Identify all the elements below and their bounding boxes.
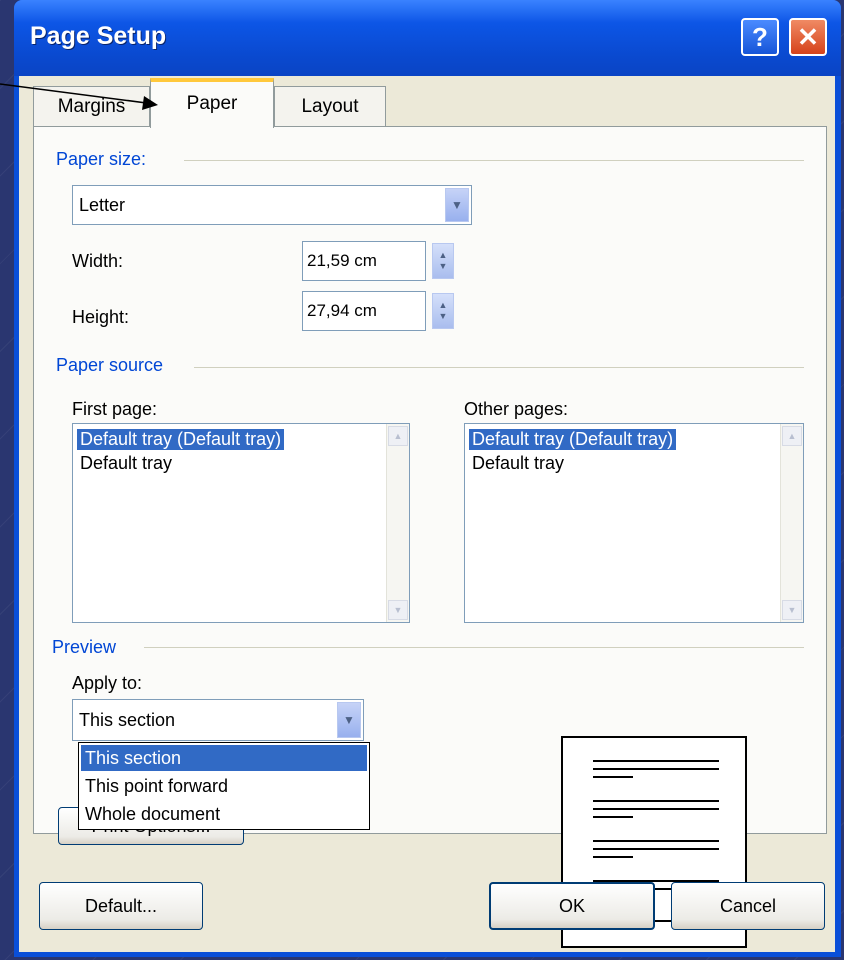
scroll-up-icon[interactable]: ▲ — [782, 426, 802, 446]
width-field[interactable]: 21,59 cm — [302, 241, 426, 281]
paper-source-group-label: Paper source — [56, 355, 164, 375]
scroll-down-icon[interactable]: ▼ — [388, 600, 408, 620]
dropdown-option-this-point-forward[interactable]: This point forward — [81, 773, 367, 799]
ok-button[interactable]: OK — [489, 882, 655, 930]
paper-size-group-label: Paper size: — [56, 149, 147, 169]
paper-tab-panel: Paper size: Letter ▼ Width: 21,59 cm ▲ ▼… — [33, 126, 827, 845]
other-pages-label: Other pages: — [464, 399, 569, 419]
preview-line — [593, 840, 719, 842]
tab-margins[interactable]: Margins — [33, 86, 150, 126]
first-page-label: First page: — [72, 399, 158, 419]
page-setup-dialog: Page Setup ? ✕ Margins Paper Layout Pape… — [14, 0, 841, 957]
help-button[interactable]: ? — [741, 18, 779, 56]
preview-group-label: Preview — [52, 637, 117, 657]
height-label: Height: — [72, 307, 130, 327]
preview-line — [593, 816, 633, 818]
spin-up-icon[interactable]: ▲ — [439, 250, 448, 261]
height-field[interactable]: 27,94 cm — [302, 291, 426, 331]
close-button[interactable]: ✕ — [789, 18, 827, 56]
scrollbar[interactable]: ▲ ▼ — [780, 424, 803, 622]
paper-size-value: Letter — [79, 194, 126, 215]
tab-paper[interactable]: Paper — [150, 78, 274, 128]
chevron-down-icon[interactable]: ▼ — [445, 188, 469, 222]
tab-layout[interactable]: Layout — [274, 86, 386, 126]
apply-to-dropdown-list[interactable]: This section This point forward Whole do… — [78, 742, 370, 830]
divider — [144, 647, 804, 648]
apply-to-label: Apply to: — [72, 673, 143, 693]
preview-line — [593, 808, 719, 810]
spin-down-icon[interactable]: ▼ — [439, 311, 448, 322]
apply-to-value: This section — [79, 709, 176, 730]
default-button[interactable]: Default... — [39, 882, 203, 930]
height-value: 27,94 cm — [307, 301, 377, 320]
scrollbar[interactable]: ▲ ▼ — [386, 424, 409, 622]
divider — [184, 160, 804, 161]
height-stepper[interactable]: ▲ ▼ — [432, 293, 454, 329]
preview-line — [593, 800, 719, 802]
title-bar[interactable]: Page Setup ? ✕ — [14, 0, 841, 76]
paper-size-select[interactable]: Letter ▼ — [72, 185, 472, 225]
list-item[interactable]: Default tray — [77, 453, 175, 474]
preview-line — [593, 848, 719, 850]
dialog-client-area: Margins Paper Layout Paper size: Letter … — [19, 76, 835, 952]
list-item[interactable]: Default tray — [469, 453, 567, 474]
divider — [194, 367, 804, 368]
dropdown-option-this-section[interactable]: This section — [81, 745, 367, 771]
other-pages-list[interactable]: Default tray (Default tray) Default tray… — [464, 423, 804, 623]
preview-line — [593, 768, 719, 770]
preview-line — [593, 776, 633, 778]
scroll-up-icon[interactable]: ▲ — [388, 426, 408, 446]
apply-to-select[interactable]: This section ▼ — [72, 699, 364, 741]
list-item[interactable]: Default tray (Default tray) — [77, 429, 285, 450]
window-title: Page Setup — [30, 22, 167, 50]
list-item[interactable]: Default tray (Default tray) — [469, 429, 677, 450]
first-page-list[interactable]: Default tray (Default tray) Default tray… — [72, 423, 410, 623]
preview-line — [593, 856, 633, 858]
width-stepper[interactable]: ▲ ▼ — [432, 243, 454, 279]
spin-down-icon[interactable]: ▼ — [439, 261, 448, 272]
width-value: 21,59 cm — [307, 251, 377, 270]
chevron-down-icon[interactable]: ▼ — [337, 702, 361, 738]
scroll-down-icon[interactable]: ▼ — [782, 600, 802, 620]
spin-up-icon[interactable]: ▲ — [439, 300, 448, 311]
dropdown-option-whole-document[interactable]: Whole document — [81, 801, 367, 827]
width-label: Width: — [72, 251, 124, 271]
cancel-button[interactable]: Cancel — [671, 882, 825, 930]
preview-line — [593, 760, 719, 762]
